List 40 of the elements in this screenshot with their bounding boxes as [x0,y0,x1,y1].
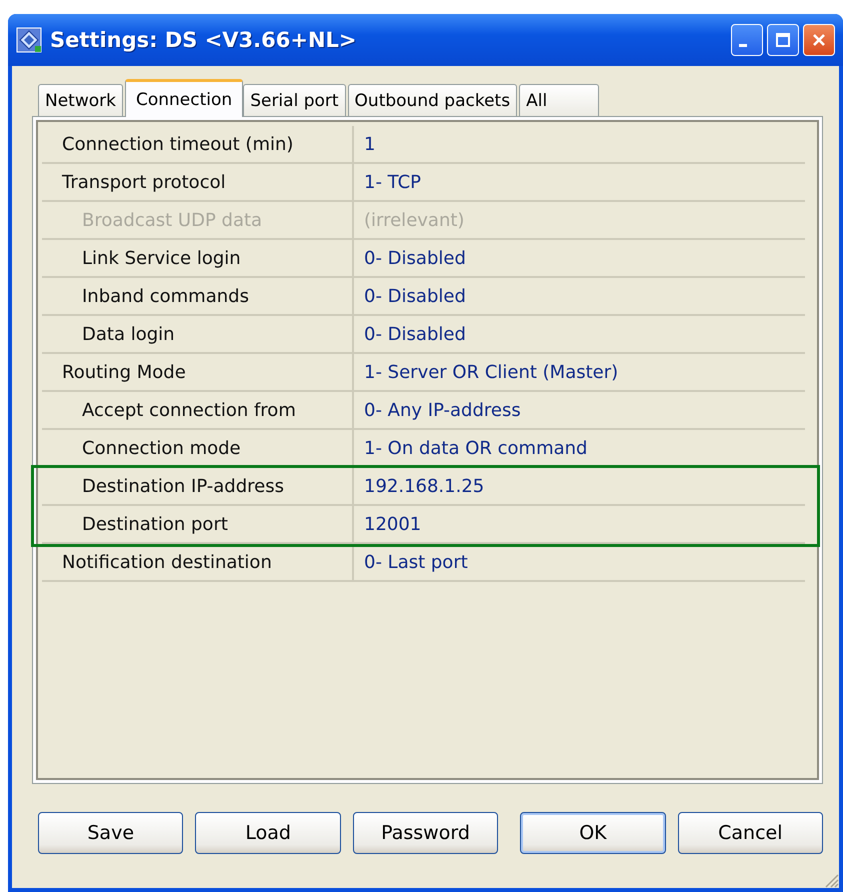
setting-value[interactable]: 0- Last port [354,552,468,572]
dialog-button[interactable]: Save [38,812,184,854]
setting-value[interactable]: 0- Any IP-address [354,400,521,420]
window-title: Settings: DS <V3.66+NL> [50,28,358,52]
setting-name[interactable]: Connection mode [42,430,354,466]
maximize-icon [775,32,791,48]
setting-name[interactable]: Routing Mode [42,354,354,390]
setting-value[interactable]: 1 [354,134,376,154]
close-button[interactable] [803,24,835,56]
minimize-button[interactable] [731,24,763,56]
tab[interactable]: Connection [124,79,244,117]
tab[interactable]: Serial port [243,84,346,116]
setting-name[interactable]: Destination IP-address [42,468,354,504]
setting-value[interactable]: 0- Disabled [354,324,466,344]
maximize-button[interactable] [767,24,799,56]
setting-name[interactable]: Inband commands [42,278,354,314]
setting-value[interactable]: 0- Disabled [354,248,466,268]
setting-name[interactable]: Accept connection from [42,392,354,428]
setting-name[interactable]: Transport protocol [42,164,354,200]
app-icon [16,27,42,53]
dialog-button[interactable]: Cancel [678,812,824,854]
setting-name[interactable]: Destination port [42,506,354,542]
dialog-button[interactable]: OK [520,812,666,854]
tab[interactable]: All [519,84,600,116]
setting-name[interactable]: Connection timeout (min) [42,126,354,162]
setting-name[interactable]: Data login [42,316,354,352]
setting-value[interactable]: 1- Server OR Client (Master) [354,362,618,382]
dialog-button[interactable]: Load [195,812,341,854]
dialog-button[interactable]: Password [352,812,498,854]
setting-value[interactable]: 12001 [354,514,422,534]
close-icon [811,32,827,48]
setting-value[interactable]: 1- On data OR command [354,438,588,458]
setting-value[interactable]: 0- Disabled [354,286,466,306]
setting-value[interactable]: 1- TCP [354,172,422,192]
tab[interactable]: Outbound packets [348,84,518,116]
setting-name[interactable]: Notification destination [42,544,354,580]
setting-name[interactable]: Link Service login [42,240,354,276]
setting-value[interactable]: 192.168.1.25 [354,476,484,496]
tab[interactable]: Network [38,84,123,116]
minimize-icon [739,44,747,46]
